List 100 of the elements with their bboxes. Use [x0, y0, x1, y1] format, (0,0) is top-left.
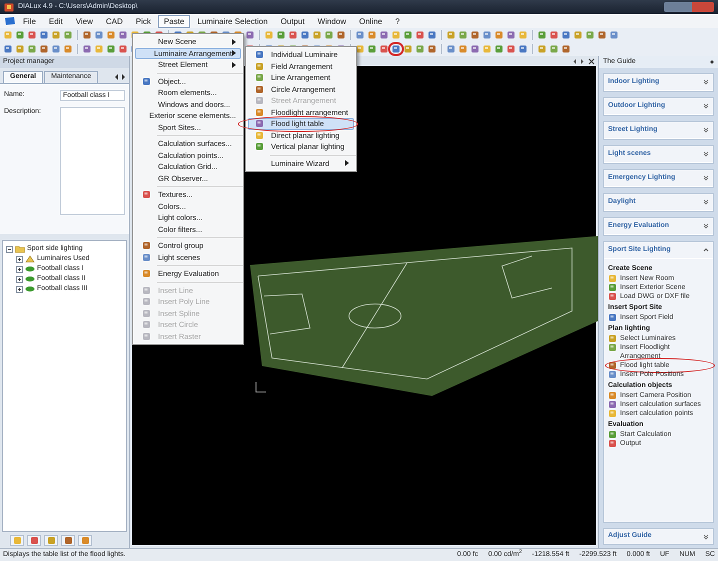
expand-icon[interactable] — [703, 175, 709, 181]
toolbar-button[interactable] — [446, 30, 456, 40]
menu-item[interactable]: Online — [353, 14, 388, 28]
toolbar-button[interactable] — [458, 44, 468, 54]
toolbar-button[interactable] — [288, 30, 298, 40]
guide-item-icon — [608, 292, 617, 301]
toolbar-button[interactable] — [379, 30, 389, 40]
toolbar-button[interactable] — [458, 30, 468, 40]
toolbar-button[interactable] — [379, 44, 389, 54]
luminaire-icon — [25, 255, 35, 263]
menu-item-icon — [142, 308, 150, 318]
toolbar-button[interactable] — [427, 30, 437, 40]
menu-item[interactable]: CAD — [100, 14, 129, 28]
toolbar-button[interactable] — [494, 44, 504, 54]
expand-icon[interactable] — [703, 79, 709, 85]
toolbar-button[interactable] — [27, 44, 37, 54]
toolbar-button[interactable] — [118, 30, 128, 40]
expand-icon[interactable] — [703, 199, 709, 205]
toolbar-button[interactable] — [245, 30, 255, 40]
toolbar-button[interactable] — [39, 30, 49, 40]
toolbar-button[interactable] — [549, 44, 559, 54]
toolbar-button[interactable] — [537, 44, 547, 54]
toolbar-button[interactable] — [427, 44, 437, 54]
toolbar-button[interactable] — [3, 44, 13, 54]
toolbar-button[interactable] — [355, 30, 365, 40]
panel-tab[interactable] — [44, 534, 58, 546]
axis-marker-icon — [256, 382, 266, 392]
expand-icon[interactable] — [16, 256, 23, 262]
menu-item-icon — [142, 241, 150, 250]
menu-item[interactable]: Luminaire Selection — [191, 14, 274, 28]
toolbar-button[interactable] — [403, 30, 413, 40]
toolbar-button[interactable] — [585, 30, 595, 40]
toolbar-button[interactable] — [276, 30, 286, 40]
collapse-icon[interactable] — [703, 247, 709, 253]
menu-item[interactable]: Edit — [42, 14, 69, 28]
expand-icon[interactable] — [16, 276, 23, 282]
toolbar-button[interactable] — [506, 44, 516, 54]
tab-icon — [82, 536, 88, 544]
toolbar-button[interactable] — [537, 30, 547, 40]
menu-item[interactable]: Paste — [158, 14, 190, 28]
toolbar-button[interactable] — [403, 44, 413, 54]
collapse-icon[interactable] — [6, 246, 13, 252]
toolbar-button[interactable] — [482, 30, 492, 40]
expand-icon[interactable] — [703, 151, 709, 157]
toolbar-button[interactable] — [415, 44, 425, 54]
expand-icon[interactable] — [703, 127, 709, 133]
menu-item[interactable]: Window — [312, 14, 352, 28]
toolbar-button[interactable] — [573, 30, 583, 40]
toolbar-button[interactable] — [15, 44, 25, 54]
toolbar-button[interactable] — [94, 30, 104, 40]
toolbar-button[interactable] — [597, 30, 607, 40]
expand-icon[interactable] — [16, 266, 23, 272]
toolbar-button[interactable] — [82, 30, 92, 40]
toolbar-button[interactable] — [106, 44, 116, 54]
toolbar-button[interactable] — [63, 44, 73, 54]
toolbar-button[interactable] — [561, 30, 571, 40]
expand-icon[interactable] — [703, 534, 709, 540]
toolbar-button[interactable] — [51, 30, 61, 40]
menu-item[interactable]: Pick — [130, 14, 157, 28]
folder-icon — [15, 245, 25, 253]
toolbar-button[interactable] — [609, 30, 619, 40]
toolbar-button[interactable] — [27, 30, 37, 40]
toolbar-button[interactable] — [15, 30, 25, 40]
toolbar-button[interactable] — [446, 44, 456, 54]
panel-tab[interactable] — [27, 534, 41, 546]
toolbar-button[interactable] — [549, 30, 559, 40]
panel-tab[interactable] — [10, 534, 24, 546]
toolbar-button[interactable] — [367, 30, 377, 40]
panel-tab[interactable] — [61, 534, 75, 546]
toolbar-button[interactable] — [415, 30, 425, 40]
toolbar-button[interactable] — [470, 30, 480, 40]
expand-icon[interactable] — [703, 103, 709, 109]
toolbar-button[interactable] — [518, 44, 528, 54]
description-field[interactable] — [60, 107, 125, 215]
guide-item-icon — [608, 274, 617, 283]
toolbar-button[interactable] — [300, 30, 310, 40]
menu-item-icon — [254, 50, 264, 60]
menu-item-icon — [142, 332, 150, 341]
toolbar-button[interactable] — [494, 30, 504, 40]
toolbar-button[interactable] — [312, 30, 322, 40]
toolbar-button[interactable] — [561, 44, 571, 54]
toolbar-button[interactable] — [118, 44, 128, 54]
panel-tab[interactable] — [78, 534, 92, 546]
expand-icon[interactable] — [703, 223, 709, 229]
toolbar-button[interactable] — [336, 30, 346, 40]
menu-item[interactable]: ? — [389, 14, 406, 28]
expand-icon[interactable] — [16, 286, 23, 292]
toolbar-button[interactable] — [63, 30, 73, 40]
toolbar-button[interactable] — [39, 44, 49, 54]
menu-item[interactable]: View — [70, 14, 99, 28]
toolbar-button[interactable] — [506, 30, 516, 40]
toolbar-button[interactable] — [470, 44, 480, 54]
toolbar-button[interactable] — [51, 44, 61, 54]
toolbar-button[interactable] — [367, 44, 377, 54]
toolbar-button[interactable] — [82, 44, 92, 54]
toolbar-button[interactable] — [106, 30, 116, 40]
menu-item[interactable]: Output — [274, 14, 311, 28]
menu-item-icon — [142, 286, 150, 295]
menu-item[interactable]: File — [17, 14, 42, 28]
toolbar-button[interactable] — [324, 30, 334, 40]
